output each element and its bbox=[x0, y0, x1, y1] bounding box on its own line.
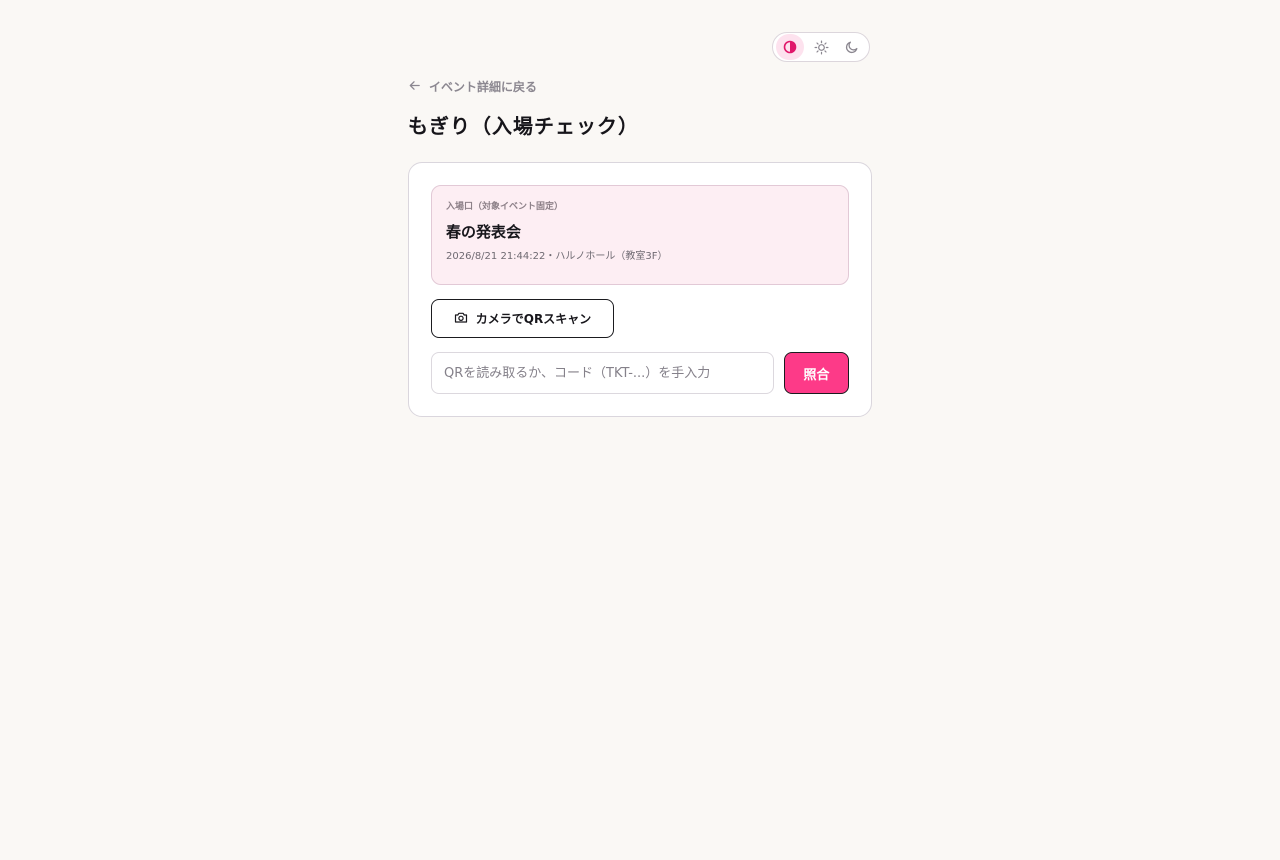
verify-button-label: 照合 bbox=[803, 367, 830, 383]
camera-scan-label: カメラでQRスキャン bbox=[475, 312, 592, 326]
ticket-code-input[interactable] bbox=[431, 352, 774, 394]
event-info-box: 入場口（対象イベント固定） 春の発表会 2026/8/21 21:44:22・ハ… bbox=[431, 185, 849, 285]
checkin-card: 入場口（対象イベント固定） 春の発表会 2026/8/21 21:44:22・ハ… bbox=[408, 162, 872, 417]
theme-contrast-button[interactable] bbox=[776, 34, 804, 60]
event-meta: 2026/8/21 21:44:22・ハルノホール（教室3F） bbox=[446, 251, 668, 262]
camera-icon bbox=[454, 311, 468, 327]
page-title: もぎり（入場チェック） bbox=[408, 114, 639, 138]
back-to-event-link[interactable]: イベント詳細に戻る bbox=[408, 78, 537, 95]
theme-dark-button[interactable] bbox=[838, 34, 866, 60]
camera-scan-button[interactable]: カメラでQRスキャン bbox=[431, 299, 614, 338]
event-name: 春の発表会 bbox=[446, 223, 522, 241]
sun-icon bbox=[814, 40, 829, 55]
theme-light-button[interactable] bbox=[807, 34, 835, 60]
arrow-left-icon bbox=[408, 79, 421, 95]
back-link-label: イベント詳細に戻る bbox=[429, 80, 538, 94]
moon-icon bbox=[845, 40, 859, 54]
half-circle-icon bbox=[783, 40, 797, 54]
verify-button[interactable]: 照合 bbox=[784, 352, 849, 394]
event-section-label: 入場口（対象イベント固定） bbox=[446, 202, 564, 212]
theme-switch bbox=[772, 32, 870, 62]
